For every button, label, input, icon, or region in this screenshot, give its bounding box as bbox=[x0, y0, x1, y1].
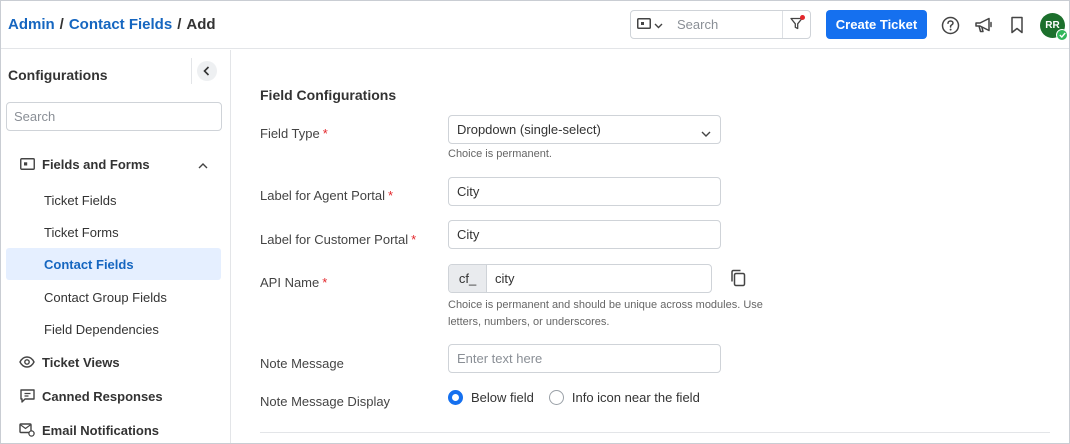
field-type-label: Field Type * bbox=[260, 126, 328, 141]
sidebar-group-label: Canned Responses bbox=[42, 388, 163, 404]
required-mark: * bbox=[411, 232, 417, 247]
sidebar-group-label: Ticket Views bbox=[42, 354, 120, 370]
note-display-label: Note Message Display bbox=[260, 394, 391, 409]
api-name-field: cf_ city bbox=[448, 264, 712, 293]
breadcrumb-separator: / bbox=[59, 16, 64, 33]
collapse-sidebar-button[interactable] bbox=[191, 58, 221, 84]
chevron-up-icon bbox=[198, 157, 208, 172]
breadcrumb-current: Add bbox=[186, 16, 216, 33]
create-ticket-button[interactable]: Create Ticket bbox=[826, 10, 927, 39]
sidebar-group-label: Fields and Forms bbox=[42, 156, 150, 172]
radio-option-below-field[interactable]: Below field bbox=[448, 390, 534, 405]
sidebar-group-fields-and-forms[interactable]: Fields and Forms bbox=[1, 149, 231, 179]
chevron-left-icon bbox=[203, 64, 210, 79]
section-title: Field Configurations bbox=[260, 87, 397, 103]
sidebar-item-ticket-fields[interactable]: Ticket Fields bbox=[6, 184, 221, 216]
breadcrumb: Admin / Contact Fields / Add bbox=[8, 16, 216, 33]
main-content: Field Configurations Field Type * Dropdow… bbox=[232, 50, 1069, 443]
chevron-down-icon bbox=[701, 125, 711, 140]
breadcrumb-separator: / bbox=[177, 16, 182, 33]
sidebar-title: Configurations bbox=[8, 67, 108, 83]
agent-portal-label-input[interactable]: City bbox=[448, 177, 721, 206]
api-name-label: API Name * bbox=[260, 275, 327, 290]
sidebar-item-canned-responses[interactable]: Canned Responses bbox=[1, 381, 231, 411]
customer-portal-label-text: Label for Customer Portal bbox=[260, 232, 409, 247]
email-notification-icon bbox=[19, 422, 35, 438]
customer-portal-label-input[interactable]: City bbox=[448, 220, 721, 249]
sidebar-group-label: Email Notifications bbox=[42, 422, 160, 438]
chat-icon bbox=[19, 388, 35, 404]
help-icon[interactable] bbox=[939, 14, 961, 36]
radio-label: Below field bbox=[471, 390, 534, 405]
api-name-prefix: cf_ bbox=[449, 265, 487, 292]
field-type-value: Dropdown (single-select) bbox=[457, 122, 601, 137]
megaphone-icon[interactable] bbox=[973, 14, 995, 36]
copy-icon[interactable] bbox=[728, 268, 748, 288]
sidebar-item-ticket-views[interactable]: Ticket Views bbox=[1, 347, 231, 377]
agent-portal-label-text: Label for Agent Portal bbox=[260, 188, 386, 203]
filter-button[interactable] bbox=[782, 11, 810, 38]
app-window: Admin / Contact Fields / Add Search Crea… bbox=[0, 0, 1070, 444]
field-type-select[interactable]: Dropdown (single-select) bbox=[448, 115, 721, 144]
sidebar-search-input[interactable]: Search bbox=[6, 102, 222, 131]
required-mark: * bbox=[388, 188, 394, 203]
sidebar-item-field-dependencies[interactable]: Field Dependencies bbox=[6, 313, 221, 345]
note-message-input[interactable]: Enter text here bbox=[448, 344, 721, 373]
radio-label: Info icon near the field bbox=[571, 390, 700, 405]
filter-indicator-dot bbox=[800, 15, 805, 20]
api-name-input[interactable]: city bbox=[487, 265, 711, 292]
bookmark-icon[interactable] bbox=[1006, 14, 1028, 36]
online-status-check-icon bbox=[1056, 29, 1068, 41]
radio-option-info-icon[interactable]: Info icon near the field bbox=[548, 390, 700, 405]
top-header: Admin / Contact Fields / Add Search Crea… bbox=[1, 1, 1069, 49]
field-type-hint: Choice is permanent. bbox=[448, 148, 552, 160]
required-mark: * bbox=[322, 275, 328, 290]
customer-portal-label: Label for Customer Portal * bbox=[260, 232, 416, 247]
ticket-type-icon bbox=[637, 17, 651, 32]
radio-button[interactable] bbox=[448, 390, 463, 405]
sidebar-item-ticket-forms[interactable]: Ticket Forms bbox=[6, 216, 221, 248]
section-divider bbox=[260, 432, 1050, 433]
breadcrumb-contact-fields-link[interactable]: Contact Fields bbox=[69, 16, 172, 33]
sidebar-item-contact-fields[interactable]: Contact Fields bbox=[6, 248, 221, 280]
api-name-label-text: API Name bbox=[260, 275, 320, 290]
eye-icon bbox=[19, 354, 35, 370]
sidebar: Configurations Search Fields and Forms T… bbox=[1, 50, 231, 443]
sidebar-item-contact-group-fields[interactable]: Contact Group Fields bbox=[6, 281, 221, 313]
breadcrumb-admin-link[interactable]: Admin bbox=[8, 16, 55, 33]
note-display-radio-group: Below field Info icon near the field bbox=[448, 390, 715, 405]
user-avatar[interactable]: RR bbox=[1040, 13, 1068, 41]
fields-forms-icon bbox=[19, 156, 35, 172]
api-name-hint: Choice is permanent and should be unique… bbox=[448, 299, 763, 328]
global-search: Search bbox=[630, 10, 811, 39]
required-mark: * bbox=[322, 126, 328, 141]
search-input[interactable]: Search bbox=[669, 17, 782, 32]
note-message-label: Note Message bbox=[260, 356, 344, 371]
sidebar-item-email-notifications[interactable]: Email Notifications bbox=[1, 415, 231, 443]
field-type-label-text: Field Type bbox=[260, 126, 320, 141]
radio-button[interactable] bbox=[548, 390, 564, 405]
agent-portal-label: Label for Agent Portal * bbox=[260, 188, 393, 203]
search-type-dropdown[interactable] bbox=[631, 11, 669, 38]
chevron-down-icon bbox=[654, 17, 663, 32]
